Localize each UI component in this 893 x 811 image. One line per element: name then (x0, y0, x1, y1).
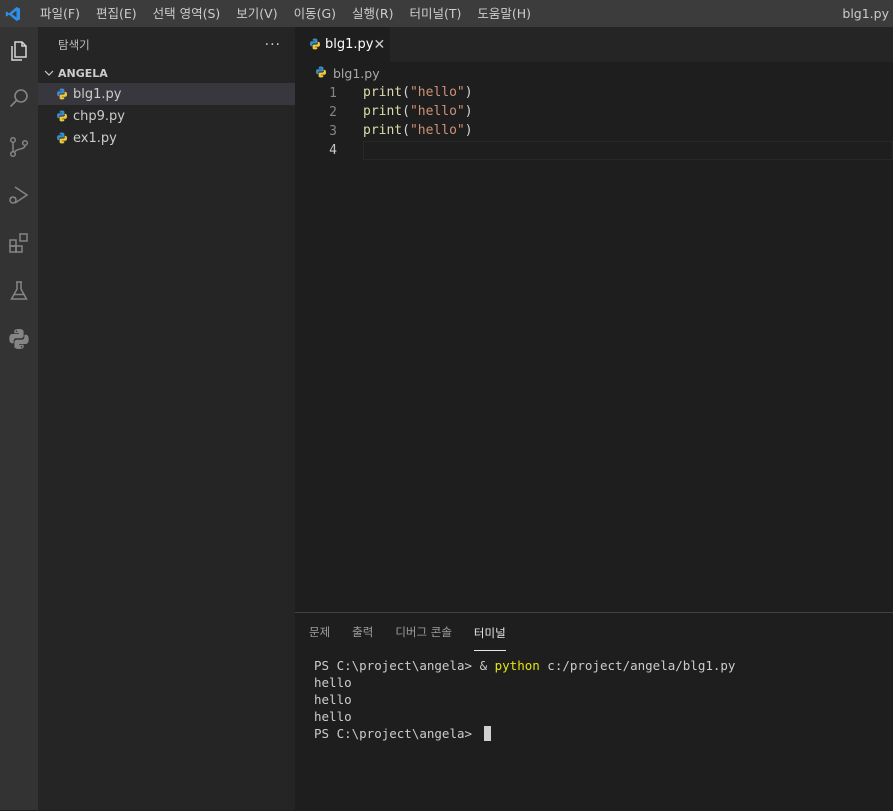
vscode-logo-icon (2, 0, 24, 27)
chevron-down-icon (44, 68, 58, 78)
explorer-header: 탐색기 ··· (38, 27, 295, 63)
line-number: 4 (329, 143, 337, 158)
code-editor[interactable]: 1 print("hello") 2 print("hello") 3 prin… (295, 84, 893, 160)
terminal-prompt-line: PS C:\project\angela> (314, 725, 893, 742)
terminal[interactable]: PS C:\project\angela> & python c:/projec… (295, 651, 893, 742)
menu-run[interactable]: 실행(R) (344, 0, 401, 27)
line-number: 1 (329, 86, 337, 101)
terminal-output-line: hello (314, 675, 352, 690)
python-file-icon (56, 86, 72, 102)
folder-label: ANGELA (58, 66, 108, 80)
breadcrumb-file: blg1.py (333, 65, 380, 81)
file-item-ex1[interactable]: ex1.py (38, 127, 295, 149)
explorer-sidebar: 탐색기 ··· ANGELA blg1.py chp9.py ex1.py (38, 27, 295, 810)
tab-blg1[interactable]: blg1.py ✕ (295, 27, 390, 62)
file-label: ex1.py (73, 130, 117, 146)
run-debug-icon[interactable] (0, 175, 38, 215)
explorer-icon[interactable] (0, 31, 38, 71)
code-line[interactable]: 3 print("hello") (295, 122, 893, 141)
python-file-icon (315, 66, 329, 80)
file-item-blg1[interactable]: blg1.py (38, 83, 295, 105)
code-content: print("hello") (363, 123, 473, 138)
tab-debug-console[interactable]: 디버그 콘솔 (395, 624, 452, 651)
window-title: blg1.py (842, 6, 889, 21)
panel-tabs: 문제 출력 디버그 콘솔 터미널 (295, 613, 893, 651)
extensions-icon[interactable] (0, 223, 38, 263)
activity-bar (0, 27, 38, 810)
code-line[interactable]: 1 print("hello") (295, 84, 893, 103)
explorer-title: 탐색기 (58, 38, 90, 52)
code-line[interactable]: 2 print("hello") (295, 103, 893, 122)
tab-output[interactable]: 출력 (352, 624, 373, 651)
terminal-output-line: hello (314, 692, 352, 707)
folder-angela[interactable]: ANGELA (38, 63, 295, 83)
menu-help[interactable]: 도움말(H) (469, 0, 539, 27)
breadcrumb[interactable]: blg1.py (295, 62, 893, 84)
search-icon[interactable] (0, 79, 38, 119)
testing-icon[interactable] (0, 271, 38, 311)
code-content: print("hello") (363, 85, 473, 100)
menu-bar: 파일(F) 편집(E) 선택 영역(S) 보기(V) 이동(G) 실행(R) 터… (32, 0, 539, 27)
more-actions-icon[interactable]: ··· (265, 37, 281, 53)
menu-terminal[interactable]: 터미널(T) (402, 0, 470, 27)
terminal-output-line: hello (314, 709, 352, 724)
source-control-icon[interactable] (0, 127, 38, 167)
python-file-icon (56, 108, 72, 124)
terminal-cursor (483, 726, 491, 741)
menu-view[interactable]: 보기(V) (228, 0, 285, 27)
menu-selection[interactable]: 선택 영역(S) (145, 0, 229, 27)
bottom-panel: 문제 출력 디버그 콘솔 터미널 PS C:\project\angela> &… (295, 612, 893, 811)
tab-label: blg1.py (325, 37, 374, 52)
menu-file[interactable]: 파일(F) (32, 0, 88, 27)
menu-edit[interactable]: 편집(E) (88, 0, 145, 27)
code-content: print("hello") (363, 104, 473, 119)
title-bar: 파일(F) 편집(E) 선택 영역(S) 보기(V) 이동(G) 실행(R) 터… (0, 0, 893, 27)
editor-area: blg1.py ✕ blg1.py 1 print("hello") 2 pri… (295, 27, 893, 612)
code-content (363, 141, 893, 160)
editor-tabs: blg1.py ✕ (295, 27, 893, 62)
file-label: blg1.py (73, 86, 122, 102)
line-number: 2 (329, 105, 337, 120)
close-icon[interactable]: ✕ (373, 37, 385, 53)
terminal-command-line: PS C:\project\angela> & python c:/projec… (314, 658, 736, 673)
file-label: chp9.py (73, 108, 125, 124)
file-item-chp9[interactable]: chp9.py (38, 105, 295, 127)
python-file-icon (56, 130, 72, 146)
code-line-current[interactable]: 4 (295, 141, 893, 160)
menu-go[interactable]: 이동(G) (286, 0, 344, 27)
tab-problems[interactable]: 문제 (309, 624, 330, 651)
python-file-icon (309, 38, 321, 52)
line-number: 3 (329, 124, 337, 139)
tab-terminal[interactable]: 터미널 (473, 625, 506, 651)
python-icon[interactable] (0, 319, 38, 359)
